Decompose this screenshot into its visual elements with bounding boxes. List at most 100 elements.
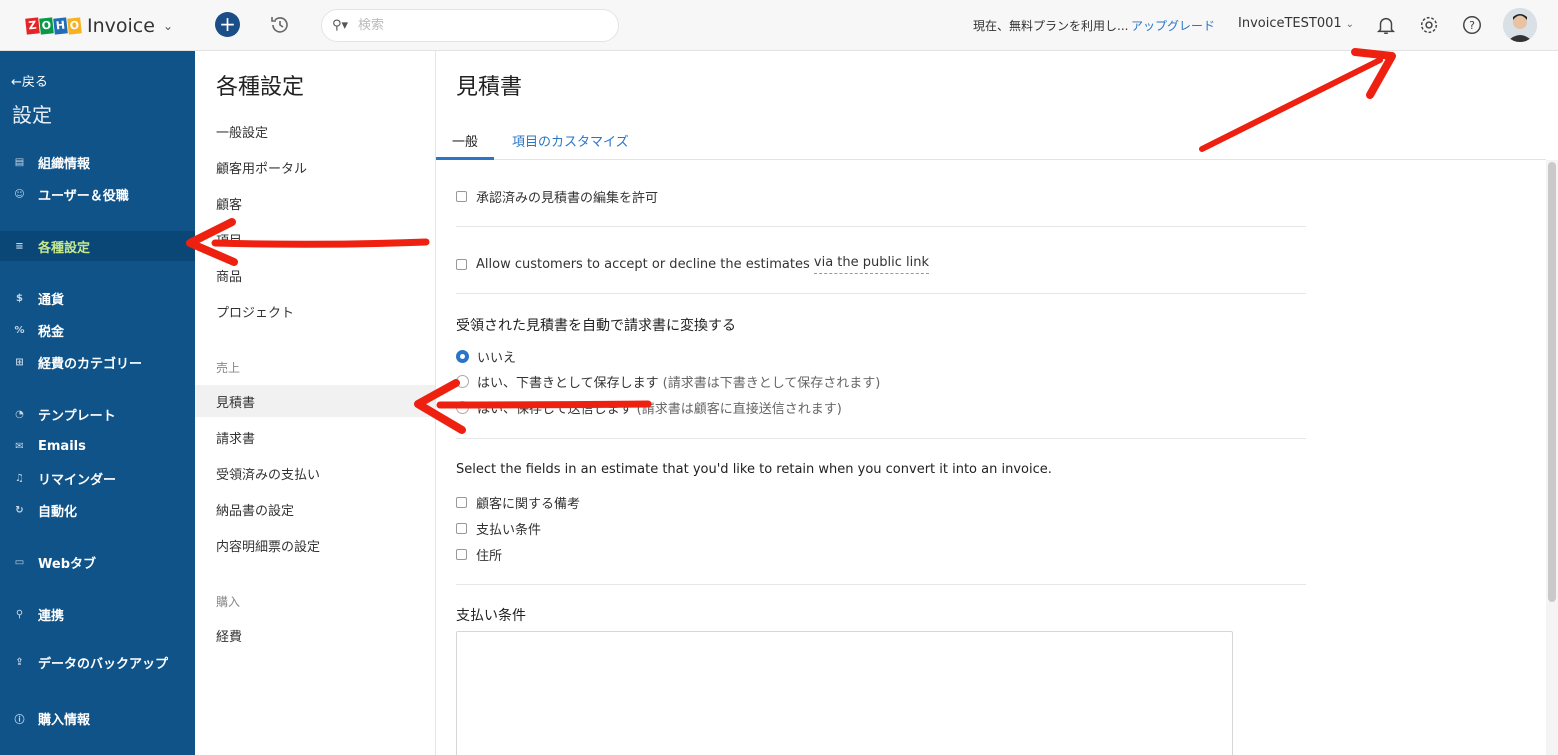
tab-general[interactable]: 一般 (436, 131, 494, 160)
upgrade-link[interactable]: アップグレード (1131, 17, 1215, 34)
sidebar-item[interactable]: ⇪ データのバックアップ (0, 651, 195, 695)
sidebar-item[interactable]: ✉ Emails (0, 431, 195, 461)
page-title: 見積書 (456, 75, 523, 100)
retain-fields-title: Select the fields in an estimate that yo… (456, 462, 1052, 477)
convert-option-label: いいえ (477, 351, 517, 366)
logo-letter: H (53, 16, 68, 35)
sidebar-item-label: 組織情報 (38, 156, 91, 172)
sidebar-item[interactable]: ◔ テンプレート (0, 399, 195, 429)
radio-button[interactable] (456, 401, 469, 414)
sidebar-item[interactable]: ↻ 自動化 (0, 495, 195, 525)
allow-customers-checkbox[interactable] (456, 259, 467, 270)
preference-item[interactable]: 経費 (195, 619, 435, 651)
percent-icon: % (14, 324, 25, 336)
convert-option[interactable]: いいえ (456, 347, 516, 366)
retain-field-row[interactable]: 支払い条件 (456, 519, 541, 538)
brand-switcher[interactable]: ZOHO Invoice ⌄ (0, 0, 195, 51)
avatar[interactable] (1503, 8, 1537, 42)
bell-icon: ♫ (15, 472, 24, 484)
bell-icon[interactable] (1375, 14, 1397, 36)
sidebar-item-label: 各種設定 (38, 240, 91, 256)
org-name: InvoiceTEST001 (1238, 16, 1342, 31)
preference-item[interactable]: 見積書 (195, 385, 435, 417)
sidebar-item-label: リマインダー (38, 472, 117, 488)
search-box[interactable]: ⚲▾ (321, 9, 619, 42)
scrollbar[interactable] (1546, 160, 1558, 755)
preference-item[interactable]: 項目 (195, 223, 435, 255)
radio-button[interactable] (456, 375, 469, 388)
convert-option-hint: (請求書は下書きとして保存されます) (662, 376, 881, 391)
retain-field-checkbox[interactable] (456, 523, 467, 534)
convert-option[interactable]: はい、保存して送信します (請求書は顧客に直接送信されます) (456, 398, 842, 417)
sidebar-item[interactable]: ♫ リマインダー (0, 463, 195, 493)
auto-convert-title: 受領された見積書を自動で請求書に変換する (456, 318, 736, 334)
back-link[interactable]: ←戻る (11, 71, 48, 90)
allow-customers-checkbox-row[interactable]: Allow customers to accept or decline the… (456, 255, 929, 274)
sidebar-item[interactable]: $ 通貨 (0, 283, 195, 313)
top-bar: ZOHO Invoice ⌄ + ⚲▾ 現在、無料プランを利用し... アップグ… (0, 0, 1558, 51)
tab-customize-fields[interactable]: 項目のカスタマイズ (512, 131, 629, 160)
svg-text:?: ? (1469, 19, 1475, 32)
preference-item[interactable]: 受領済みの支払い (195, 457, 435, 489)
sidebar-item-label: Webタブ (38, 556, 96, 572)
mail-icon: ✉ (15, 440, 24, 452)
sidebar-item[interactable]: ▭ Webタブ (0, 547, 195, 577)
preference-item[interactable]: 一般設定 (195, 115, 435, 147)
divider (456, 226, 1306, 227)
search-icon[interactable]: ⚲▾ (332, 18, 348, 33)
sidebar-item-label: 通貨 (38, 292, 65, 308)
retain-field-label: 支払い条件 (476, 523, 542, 538)
preference-section-heading: 購入 (216, 595, 241, 609)
retain-field-row[interactable]: 住所 (456, 545, 502, 564)
convert-option[interactable]: はい、下書きとして保存します (請求書は下書きとして保存されます) (456, 372, 880, 391)
preferences-panel: 各種設定 一般設定顧客用ポータル 顧客項目商品プロジェクト売上見積書請求書受領済み… (195, 51, 436, 755)
preference-item[interactable]: 納品書の設定 (195, 493, 435, 525)
preference-item[interactable]: 内容明細票の設定 (195, 529, 435, 561)
chevron-down-icon: ⌄ (162, 18, 173, 33)
retain-field-row[interactable]: 顧客に関する備考 (456, 493, 580, 512)
history-icon[interactable] (268, 13, 292, 37)
sidebar-item[interactable]: ☺ ユーザー＆役職 (0, 179, 195, 209)
category-icon: ⊞ (15, 356, 24, 368)
tab-bar: 一般 項目のカスタマイズ (436, 121, 1546, 160)
sidebar-item[interactable]: ⊞ 経費のカテゴリー (0, 347, 195, 377)
scrollbar-thumb[interactable] (1548, 162, 1556, 602)
public-link-tooltip[interactable]: via the public link (813, 255, 929, 274)
sidebar-item-label: 税金 (38, 324, 65, 340)
app-window: ZOHO Invoice ⌄ + ⚲▾ 現在、無料プランを利用し... アップグ… (0, 0, 1558, 755)
preference-item[interactable]: 請求書 (195, 421, 435, 453)
backup-icon: ⇪ (15, 657, 24, 668)
preference-item[interactable]: 商品 (195, 259, 435, 291)
allow-edit-checkbox[interactable] (456, 191, 467, 202)
brand-name: Invoice (87, 14, 155, 37)
radio-button[interactable] (456, 350, 469, 363)
preference-item[interactable]: プロジェクト (195, 295, 435, 327)
divider (456, 584, 1306, 585)
currency-icon: $ (16, 292, 23, 304)
sidebar-item[interactable]: ⓘ 購入情報 (0, 703, 195, 733)
retain-field-checkbox[interactable] (456, 549, 467, 560)
allow-edit-checkbox-row[interactable]: 承認済みの見積書の編集を許可 (456, 187, 658, 206)
gear-icon[interactable] (1418, 14, 1440, 36)
zoho-logo: ZOHO (25, 16, 82, 35)
preferences-title: 各種設定 (216, 75, 305, 100)
search-input[interactable] (358, 18, 589, 33)
chevron-down-icon: ⌄ (1345, 19, 1355, 30)
help-icon[interactable]: ? (1461, 14, 1483, 36)
convert-option-hint: (請求書は顧客に直接送信されます) (636, 402, 842, 417)
preference-item[interactable]: 顧客 (195, 187, 435, 219)
plug-icon: ⚲ (15, 608, 24, 620)
quick-create-button[interactable]: + (215, 12, 240, 37)
retain-field-checkbox[interactable] (456, 497, 467, 508)
preference-item[interactable]: 顧客用ポータル (195, 151, 435, 183)
sidebar-item[interactable]: ≡ 各種設定 (0, 231, 195, 261)
preference-section-heading: 売上 (216, 361, 241, 375)
sidebar-item[interactable]: ⚲ 連携 (0, 599, 195, 629)
logo-letter: O (67, 16, 82, 35)
sidebar-item[interactable]: % 税金 (0, 315, 195, 345)
payment-terms-textarea[interactable] (456, 631, 1233, 755)
org-switcher[interactable]: InvoiceTEST001 ⌄ (1238, 16, 1354, 31)
sidebar-item-label: 自動化 (38, 504, 78, 520)
settings-sidebar: ←戻る 設定 ▤ 組織情報 ☺ ユーザー＆役職 ≡ 各種設定 $ 通貨% 税金 ⊞ 経費のカテゴリー… (0, 51, 195, 755)
sidebar-item[interactable]: ▤ 組織情報 (0, 147, 195, 177)
